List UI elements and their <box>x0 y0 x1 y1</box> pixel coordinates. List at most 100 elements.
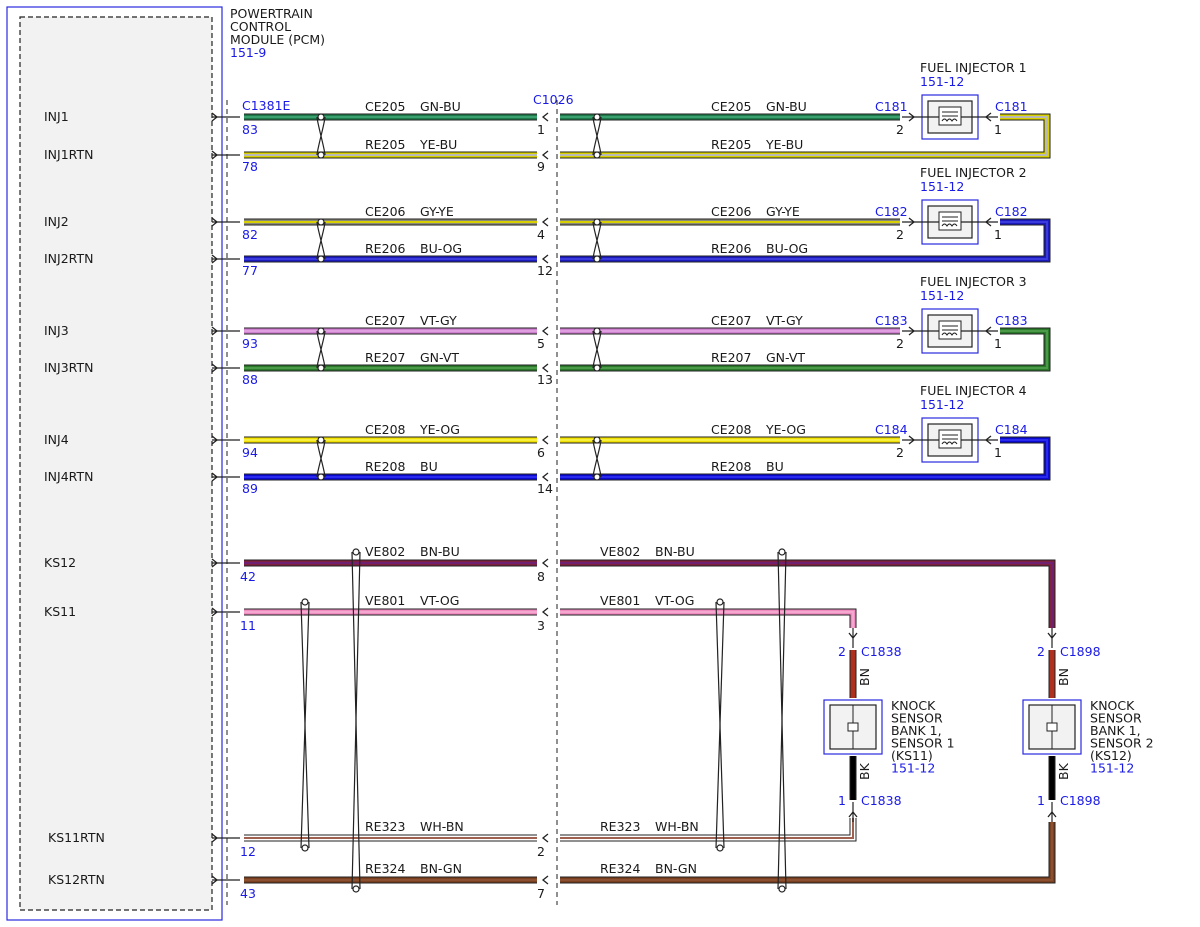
twist-ks11-right-bot <box>716 844 724 852</box>
knock-sensor-1-pin-bot: 1 <box>838 793 846 808</box>
knock-sensor-1-ref: 151-12 <box>891 761 935 776</box>
wire-re205-right <box>560 114 1050 158</box>
knock-sensor-2-bn-label: BN <box>1056 668 1071 686</box>
circuit-label-re205-right: RE205 <box>711 137 751 152</box>
pcm-pin-12: 12 <box>240 844 256 859</box>
circuit-label-re208-right: RE208 <box>711 459 751 474</box>
twist-inj4-left-bot <box>317 473 325 481</box>
color-label-ce205-left: GN-BU <box>420 99 461 114</box>
wiring-diagram: POWERTRAIN CONTROL MODULE (PCM) 151-9 C1… <box>6 6 1154 921</box>
color-label-ve801-left: VT-OG <box>420 593 459 608</box>
wire-re208-right <box>560 437 1050 480</box>
knock-sensor-1-conn-bot: C1838 <box>861 793 902 808</box>
pcm-pin-88: 88 <box>242 372 258 387</box>
injector-4-ref: 151-12 <box>920 397 964 412</box>
circuit-label-re323-right: RE323 <box>600 819 640 834</box>
injector-3-ref: 151-12 <box>920 288 964 303</box>
pcm-pin-77: 77 <box>242 263 258 278</box>
inline-pin-5: 5 <box>537 336 545 351</box>
color-label-re205-left: YE-BU <box>419 137 457 152</box>
injector-1-pin-out: 1 <box>994 122 1002 137</box>
inline-arrow-ks12rtn <box>541 875 549 885</box>
twist-inj2-right-bot <box>593 255 601 263</box>
injector-3-pin-out: 1 <box>994 336 1002 351</box>
circuit-label-re207-right: RE207 <box>711 350 751 365</box>
injector-4-pin-in: 2 <box>896 445 904 460</box>
twist-ks12-right-bot <box>778 885 786 893</box>
pcm-pin-label-inj4rtn: INJ4RTN <box>44 469 93 484</box>
pcm-pin-label-ks12: KS12 <box>44 555 76 570</box>
color-label-re324-left: BN-GN <box>420 861 462 876</box>
twist-ks11-right-top <box>716 598 724 606</box>
circuit-label-ve802-right: VE802 <box>600 544 640 559</box>
injector-3-pin-in: 2 <box>896 336 904 351</box>
circuit-label-ce205-right: CE205 <box>711 99 752 114</box>
knock-sensor-2-conn-top: C1898 <box>1060 644 1101 659</box>
inline-arrow-inj3rtn <box>541 363 549 373</box>
color-label-ce207-left: VT-GY <box>420 313 457 328</box>
color-label-ve801-right: VT-OG <box>655 593 694 608</box>
knock-sensor-1-conn-top: C1838 <box>861 644 902 659</box>
wire-re208-right-stripe <box>560 439 1048 478</box>
inline-arrow-inj3 <box>541 326 549 336</box>
twist-inj1-right-top <box>593 113 601 121</box>
injector-2-pin-out: 1 <box>994 227 1002 242</box>
knock-sensor-2-pin-top: 2 <box>1037 644 1045 659</box>
color-label-ce208-right: YE-OG <box>765 422 806 437</box>
pcm-pin-11: 11 <box>240 618 256 633</box>
knock-sensor-2-pin-bot: 1 <box>1037 793 1045 808</box>
color-label-ce206-left: GY-YE <box>420 204 454 219</box>
color-label-re208-right: BU <box>766 459 784 474</box>
circuit-label-ce208-left: CE208 <box>365 422 406 437</box>
wires-layer <box>211 94 1082 893</box>
pcm-pin-label-inj3rtn: INJ3RTN <box>44 360 93 375</box>
knock-sensor-1-element <box>847 722 859 732</box>
injector-3-conn-in: C183 <box>875 313 908 328</box>
wire-re205-right-outline <box>560 113 1051 159</box>
twist-ks12-left-bot <box>352 885 360 893</box>
inline-arrow-inj1rtn <box>541 150 549 160</box>
pcm-pin-89: 89 <box>242 481 258 496</box>
twist-ks12-right-top <box>778 548 786 556</box>
injector-1-name: FUEL INJECTOR 1 <box>920 60 1027 75</box>
color-label-re205-right: YE-BU <box>765 137 803 152</box>
color-label-re324-right: BN-GN <box>655 861 697 876</box>
knock-sensor-1-bn-label: BN <box>857 668 872 686</box>
pcm-pin-label-inj1rtn: INJ1RTN <box>44 147 93 162</box>
twist-inj3-left-top <box>317 327 325 335</box>
injector-4-conn-in: C184 <box>875 422 908 437</box>
color-label-re323-right: WH-BN <box>655 819 699 834</box>
injector-2-pin-in: 2 <box>896 227 904 242</box>
color-label-re208-left: BU <box>420 459 438 474</box>
color-label-re206-left: BU-OG <box>420 241 462 256</box>
twist-inj1-left-bot <box>317 151 325 159</box>
circuit-label-re206-left: RE206 <box>365 241 405 256</box>
wire-re205-right-stripe <box>560 116 1048 156</box>
twist-ks11-left-top <box>301 598 309 606</box>
inline-arrow-ks12 <box>541 558 549 568</box>
color-label-re323-left: WH-BN <box>420 819 464 834</box>
knock-sensor-2-ref: 151-12 <box>1090 761 1134 776</box>
color-label-re206-right: BU-OG <box>766 241 808 256</box>
inline-arrow-ks11rtn <box>541 833 549 843</box>
circuit-label-ce206-right: CE206 <box>711 204 752 219</box>
injector-4-pin-out: 1 <box>994 445 1002 460</box>
color-label-ve802-left: BN-BU <box>420 544 460 559</box>
pcm-pin-42: 42 <box>240 569 256 584</box>
injector-4-conn-out: C184 <box>995 422 1028 437</box>
color-label-ce207-right: VT-GY <box>766 313 803 328</box>
pcm-connector-label: C1381E <box>242 98 291 113</box>
circuit-label-ve801-left: VE801 <box>365 593 405 608</box>
pcm-pin-83: 83 <box>242 122 258 137</box>
wire-ve801-right <box>560 609 856 628</box>
inline-pin-8: 8 <box>537 569 545 584</box>
injector-2-conn-out: C182 <box>995 204 1028 219</box>
circuit-label-ce206-left: CE206 <box>365 204 406 219</box>
color-label-ce206-right: GY-YE <box>766 204 800 219</box>
injector-2-name: FUEL INJECTOR 2 <box>920 165 1027 180</box>
injector-3-name: FUEL INJECTOR 3 <box>920 274 1027 289</box>
twist-inj3-left-bot <box>317 364 325 372</box>
injector-1-ref: 151-12 <box>920 74 964 89</box>
pcm-pin-82: 82 <box>242 227 258 242</box>
injector-4-name: FUEL INJECTOR 4 <box>920 383 1027 398</box>
